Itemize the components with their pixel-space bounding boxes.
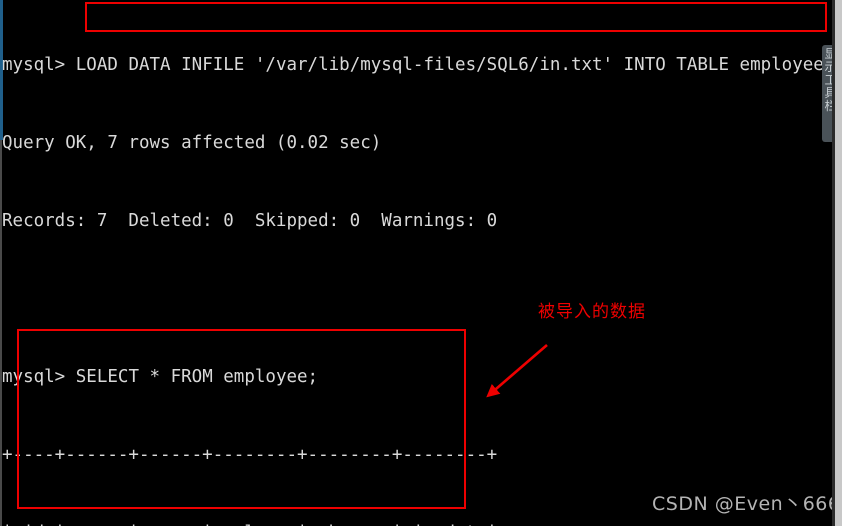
table-header-row: | id | name | age | salary | phone | in_… <box>2 520 802 526</box>
terminal-screenshot: mysql> LOAD DATA INFILE '/var/lib/mysql-… <box>0 0 842 526</box>
terminal-line-command-load: mysql> LOAD DATA INFILE '/var/lib/mysql-… <box>2 52 834 78</box>
annotation-imported-data: 被导入的数据 <box>538 302 646 322</box>
window-right-scrollbar[interactable] <box>835 0 842 526</box>
annotation-arrow-icon <box>486 344 548 398</box>
table-separator-top: +----+------+------+--------+--------+--… <box>2 445 498 465</box>
watermark-text: CSDN @Even丶666 <box>652 493 841 515</box>
command-load-text: LOAD DATA INFILE '/var/lib/mysql-files/S… <box>75 55 835 75</box>
terminal-line-command-select: mysql> SELECT * FROM employee; <box>2 364 802 390</box>
prompt-label-2: mysql> <box>2 367 76 387</box>
prompt-label: mysql> <box>2 55 76 75</box>
command-select-text: SELECT * FROM employee; <box>75 367 319 387</box>
terminal-line-records: Records: 7 Deleted: 0 Skipped: 0 Warning… <box>2 211 498 231</box>
terminal-line-query-ok: Query OK, 7 rows affected (0.02 sec) <box>2 133 382 153</box>
terminal-output: mysql> LOAD DATA INFILE '/var/lib/mysql-… <box>2 0 834 526</box>
